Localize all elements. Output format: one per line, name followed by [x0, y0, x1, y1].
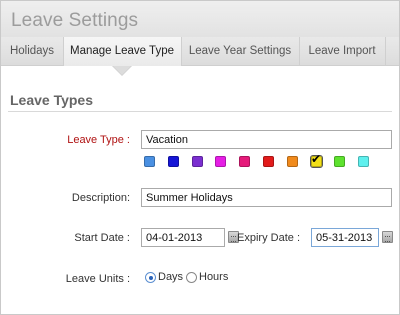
leave-type-input[interactable]: [141, 130, 392, 149]
color-swatch[interactable]: [358, 156, 369, 167]
active-tab-pointer: [113, 66, 131, 75]
leave-units-label: Leave Units :: [65, 273, 130, 285]
start-date-label: Start Date :: [74, 232, 130, 244]
checkmark-icon: ✔: [311, 152, 322, 166]
color-swatch[interactable]: [192, 156, 203, 167]
tab-leave-import[interactable]: Leave Import: [299, 37, 385, 66]
color-swatch[interactable]: [239, 156, 250, 167]
radio-days[interactable]: Days: [145, 270, 183, 284]
tab-holidays[interactable]: Holidays: [1, 37, 63, 66]
radio-button[interactable]: [145, 271, 156, 283]
radio-hours[interactable]: Hours: [186, 270, 228, 284]
tab-divider: [385, 37, 386, 66]
color-swatch[interactable]: [263, 156, 274, 167]
calendar-icon[interactable]: [382, 231, 393, 243]
tab-bar: Holidays Manage Leave Type Leave Year Se…: [1, 37, 399, 66]
radio-button[interactable]: [186, 271, 197, 283]
tab-leave-year-settings[interactable]: Leave Year Settings: [181, 37, 299, 66]
leave-type-label: Leave Type :: [67, 134, 130, 146]
expiry-date-input[interactable]: [311, 228, 379, 247]
section-divider: [8, 111, 392, 112]
radio-days-label: Days: [158, 271, 184, 283]
color-swatch[interactable]: [144, 156, 155, 167]
description-input[interactable]: [141, 188, 392, 207]
tab-manage-leave-type[interactable]: Manage Leave Type: [63, 37, 181, 66]
color-swatch[interactable]: [287, 156, 298, 167]
description-label: Description:: [71, 192, 130, 204]
color-swatch[interactable]: [215, 156, 226, 167]
color-swatch[interactable]: [168, 156, 179, 167]
color-swatch[interactable]: ✔: [310, 152, 323, 168]
color-swatch[interactable]: [334, 156, 345, 167]
radio-hours-label: Hours: [199, 271, 229, 283]
page-header: Leave Settings: [1, 1, 399, 37]
page-title: Leave Settings: [11, 10, 139, 31]
section-title: Leave Types: [10, 92, 94, 108]
expiry-date-label: Expiry Date :: [237, 232, 300, 244]
